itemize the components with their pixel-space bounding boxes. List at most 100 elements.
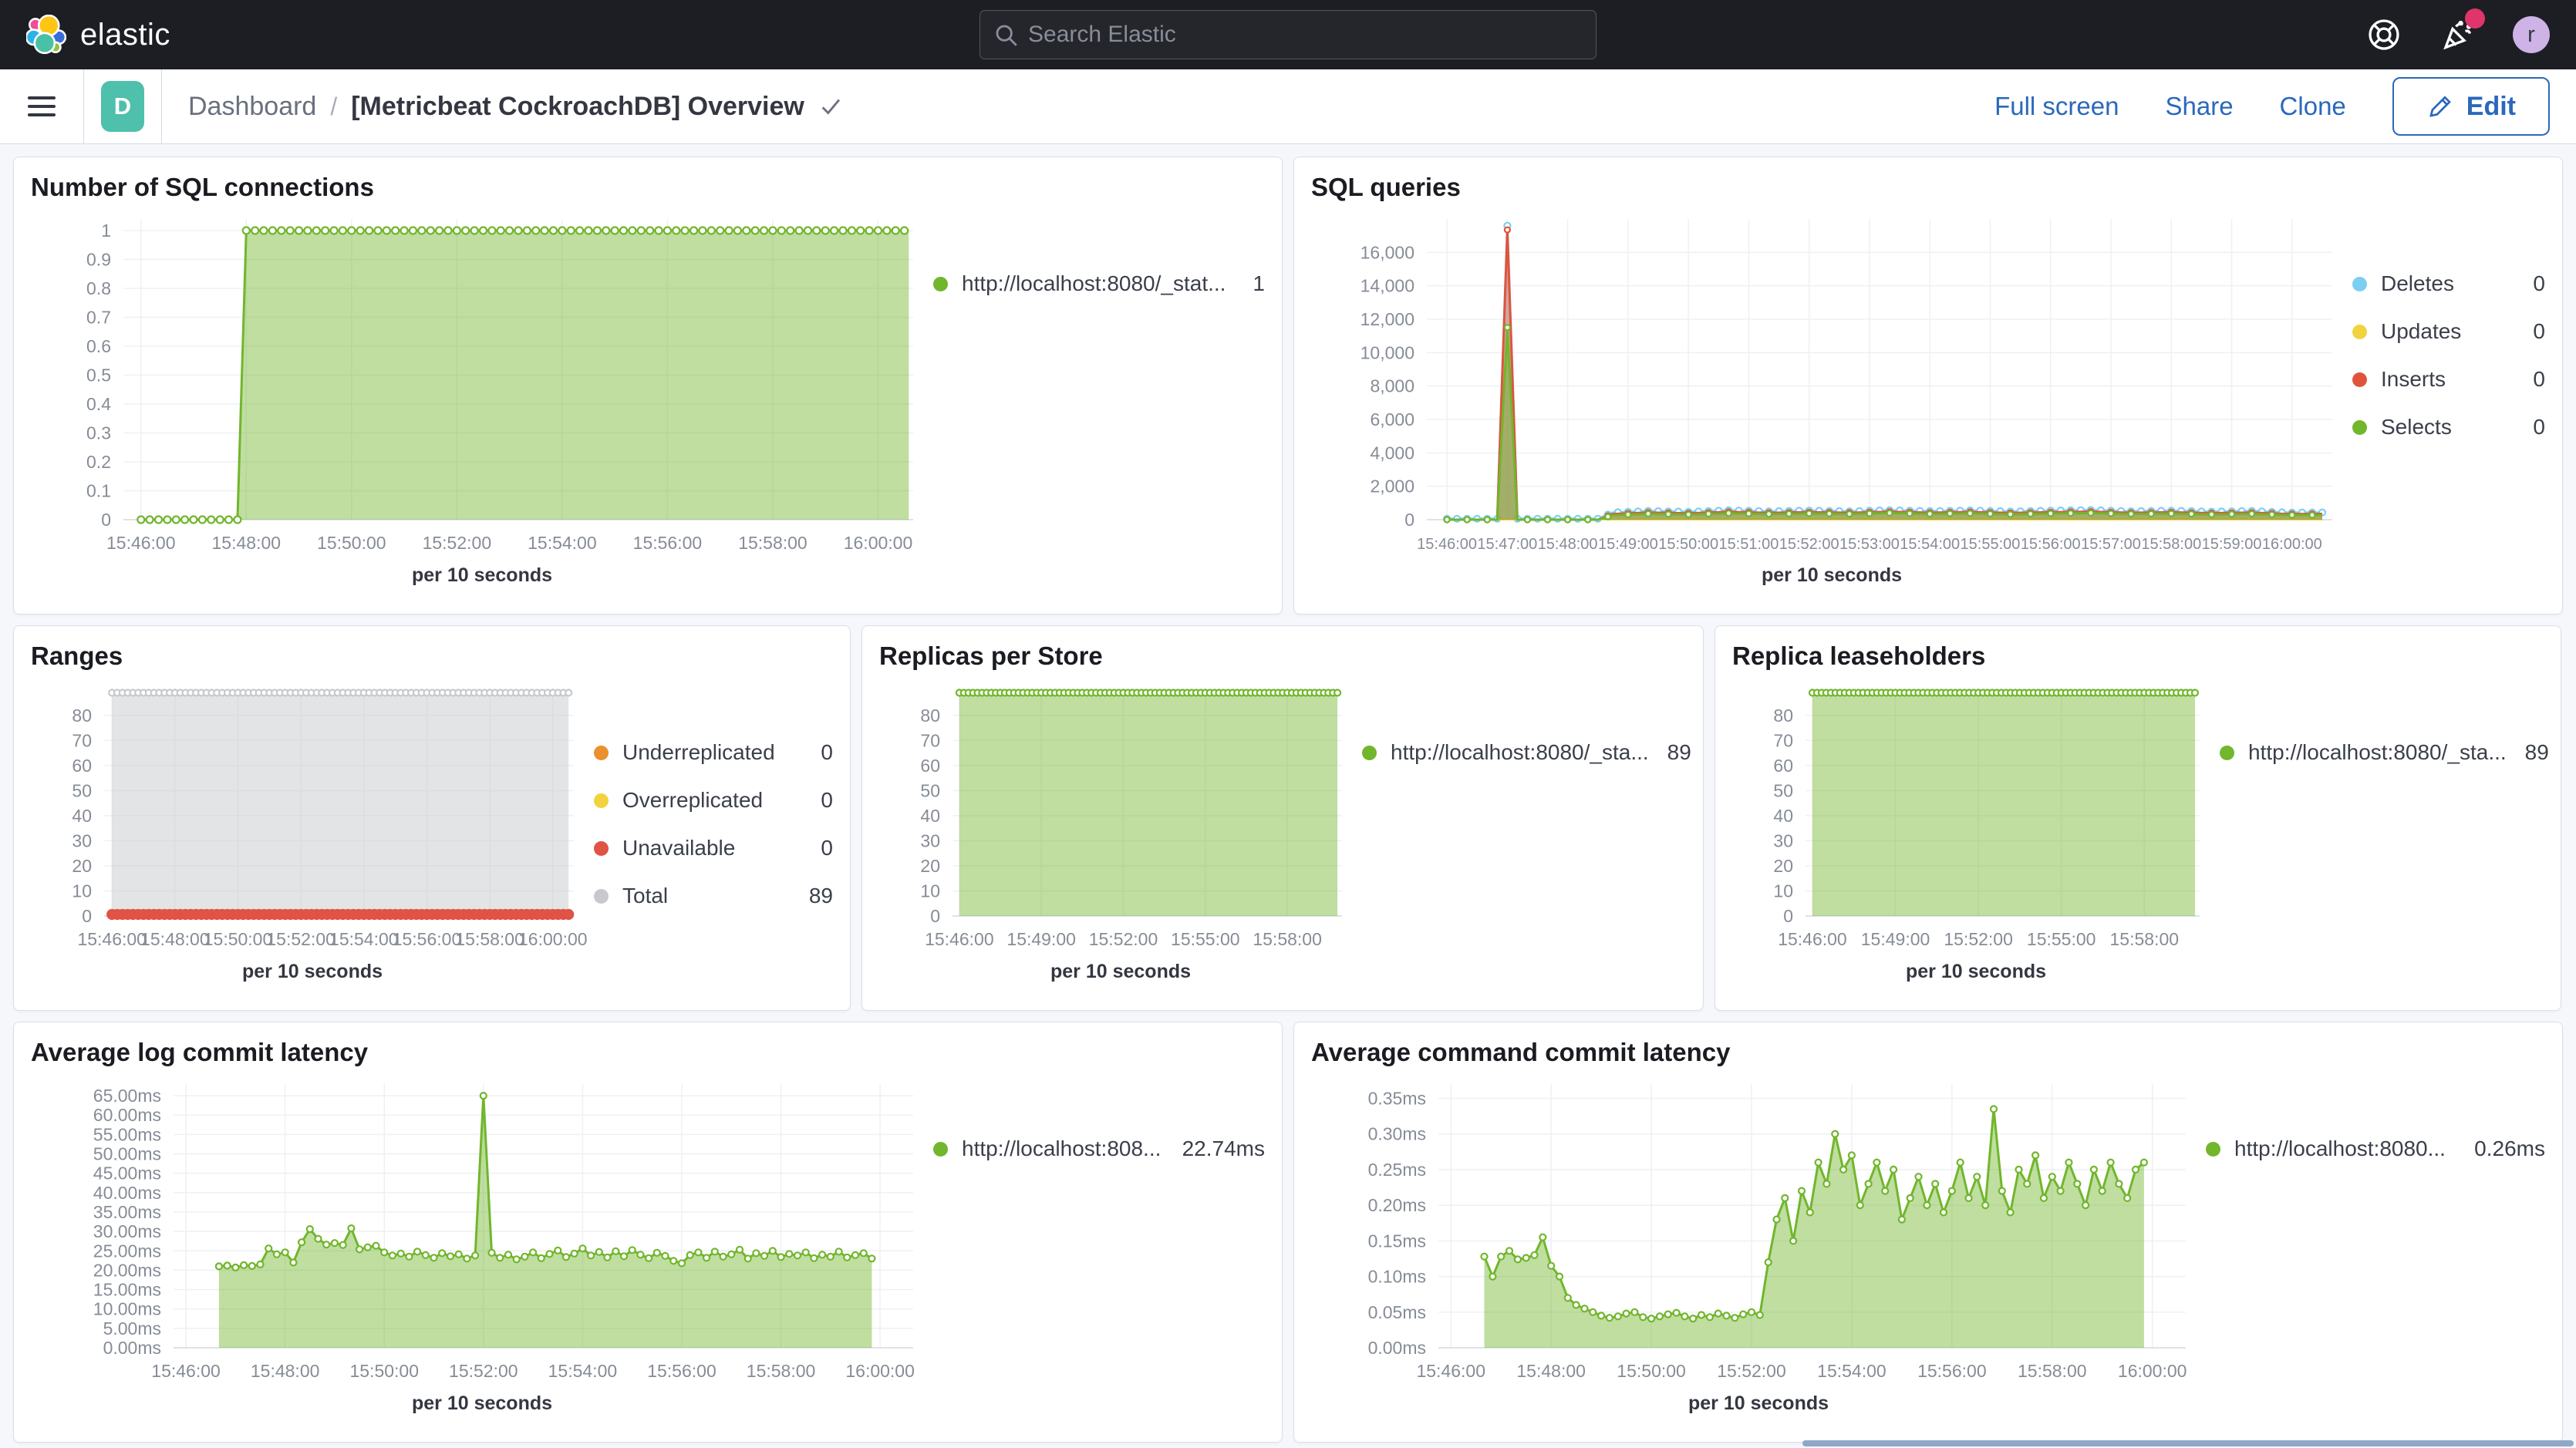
legend-label: Overreplicated	[622, 788, 763, 813]
share-button[interactable]: Share	[2165, 92, 2233, 121]
menu-icon[interactable]	[0, 91, 83, 122]
legend-item[interactable]: Inserts0	[2352, 367, 2545, 392]
legend-label: Selects	[2381, 415, 2452, 439]
svg-text:10: 10	[920, 881, 940, 901]
panel-ranges: Ranges 15:46:0015:48:0015:50:0015:52:001…	[13, 625, 851, 1011]
svg-text:8,000: 8,000	[1370, 376, 1414, 396]
svg-text:0.25ms: 0.25ms	[1368, 1160, 1426, 1180]
svg-text:15:49:00: 15:49:00	[1861, 929, 1930, 949]
legend-value: 0	[2514, 319, 2545, 344]
svg-text:15:46:00: 15:46:00	[1778, 929, 1847, 949]
svg-text:60: 60	[72, 756, 92, 776]
clone-button[interactable]: Clone	[2280, 92, 2346, 121]
svg-text:60: 60	[1773, 756, 1793, 776]
series-color-dot	[594, 841, 609, 856]
svg-text:60.00ms: 60.00ms	[93, 1105, 161, 1125]
legend-label: Total	[622, 884, 668, 908]
dashboard-badge[interactable]: D	[101, 81, 144, 132]
svg-text:65.00ms: 65.00ms	[93, 1086, 161, 1106]
legend-item[interactable]: http://localhost:808...22.74ms	[933, 1137, 1265, 1161]
legend-item[interactable]: http://localhost:8080/_sta...89	[2220, 740, 2544, 765]
svg-text:55.00ms: 55.00ms	[93, 1124, 161, 1144]
svg-text:0.00ms: 0.00ms	[1368, 1338, 1426, 1358]
svg-text:0.30ms: 0.30ms	[1368, 1124, 1426, 1144]
svg-text:15:58:00: 15:58:00	[1253, 929, 1322, 949]
legend-item[interactable]: Selects0	[2352, 415, 2545, 439]
legend-item[interactable]: Underreplicated0	[594, 740, 833, 765]
svg-text:70: 70	[72, 730, 92, 750]
x-axis-title: per 10 seconds	[879, 961, 1362, 996]
svg-text:15:56:00: 15:56:00	[393, 929, 462, 949]
svg-text:15:46:00: 15:46:00	[151, 1361, 221, 1381]
dashboard-toolbar: D Dashboard / [Metricbeat CockroachDB] O…	[0, 69, 2576, 144]
svg-text:10: 10	[1773, 881, 1793, 901]
svg-text:15:52:00: 15:52:00	[1717, 1361, 1786, 1381]
legend-label: Updates	[2381, 319, 2461, 344]
legend-label: http://localhost:8080...	[2234, 1137, 2446, 1161]
svg-text:80: 80	[1773, 705, 1793, 726]
svg-text:0: 0	[82, 906, 92, 926]
svg-text:15:56:00: 15:56:00	[633, 533, 703, 553]
svg-text:0.05ms: 0.05ms	[1368, 1302, 1426, 1322]
svg-text:16:00:00: 16:00:00	[844, 533, 913, 553]
series-color-dot	[594, 793, 609, 808]
newsfeed-icon[interactable]	[2439, 16, 2476, 53]
svg-text:0.8: 0.8	[86, 278, 111, 298]
help-icon[interactable]	[2366, 17, 2402, 52]
chart-plot: 15:46:0015:49:0015:52:0015:55:0015:58:00…	[879, 675, 1362, 961]
legend-item[interactable]: Deletes0	[2352, 271, 2545, 296]
svg-text:0.6: 0.6	[86, 336, 111, 356]
panel-replica-leaseholders: Replica leaseholders 15:46:0015:49:0015:…	[1715, 625, 2561, 1011]
chart-legend: http://localhost:8080/_stat...1	[933, 207, 1265, 600]
svg-text:15:53:00: 15:53:00	[1839, 536, 1900, 553]
legend-item[interactable]: Unavailable0	[594, 836, 833, 860]
svg-text:5.00ms: 5.00ms	[103, 1318, 161, 1339]
svg-text:45.00ms: 45.00ms	[93, 1163, 161, 1184]
svg-text:6,000: 6,000	[1370, 409, 1414, 429]
breadcrumb-dashboard[interactable]: Dashboard	[188, 92, 316, 122]
edit-button[interactable]: Edit	[2392, 77, 2550, 136]
svg-text:15:58:00: 15:58:00	[738, 533, 808, 553]
svg-text:40.00ms: 40.00ms	[93, 1183, 161, 1203]
svg-text:20: 20	[1773, 856, 1793, 876]
svg-text:50: 50	[920, 780, 940, 800]
svg-text:15:52:00: 15:52:00	[266, 929, 335, 949]
svg-text:0.10ms: 0.10ms	[1368, 1267, 1426, 1287]
svg-text:15:50:00: 15:50:00	[1658, 536, 1718, 553]
legend-label: Unavailable	[622, 836, 735, 860]
legend-item[interactable]: http://localhost:8080/_stat...1	[933, 271, 1265, 296]
svg-text:0: 0	[1783, 906, 1793, 926]
user-avatar[interactable]: r	[2513, 16, 2550, 53]
dashboard-grid: Number of SQL connections 15:46:0015:48:…	[0, 144, 2576, 1443]
svg-text:15:54:00: 15:54:00	[329, 929, 399, 949]
series-color-dot	[2352, 372, 2367, 387]
check-icon[interactable]	[818, 93, 845, 120]
svg-text:15:54:00: 15:54:00	[548, 1361, 618, 1381]
elastic-logo-icon[interactable]	[26, 15, 66, 55]
svg-text:60: 60	[920, 756, 940, 776]
svg-text:4,000: 4,000	[1370, 443, 1414, 463]
svg-text:30: 30	[1773, 830, 1793, 850]
horizontal-scrollbar-thumb[interactable]	[1802, 1440, 2574, 1446]
brand-name: elastic	[80, 18, 170, 52]
legend-label: http://localhost:8080/_sta...	[2248, 740, 2507, 765]
svg-text:15:46:00: 15:46:00	[77, 929, 147, 949]
svg-text:30.00ms: 30.00ms	[93, 1221, 161, 1241]
panel-sql-queries: SQL queries 15:46:0015:47:0015:48:0015:4…	[1293, 157, 2563, 615]
svg-text:15:48:00: 15:48:00	[140, 929, 210, 949]
svg-text:16:00:00: 16:00:00	[2262, 536, 2322, 553]
search-input[interactable]	[979, 10, 1597, 59]
legend-item[interactable]: Updates 0	[2352, 319, 2545, 344]
legend-item[interactable]: http://localhost:8080/_sta...89	[1362, 740, 1686, 765]
legend-item[interactable]: Overreplicated0	[594, 788, 833, 813]
svg-text:15:48:00: 15:48:00	[212, 533, 282, 553]
legend-item[interactable]: Total89	[594, 884, 833, 908]
x-axis-title: per 10 seconds	[31, 1392, 933, 1428]
legend-item[interactable]: http://localhost:8080...0.26ms	[2206, 1137, 2545, 1161]
svg-text:15:48:00: 15:48:00	[1516, 1361, 1586, 1381]
svg-text:35.00ms: 35.00ms	[93, 1202, 161, 1222]
series-color-dot	[2206, 1142, 2220, 1157]
svg-text:15:52:00: 15:52:00	[449, 1361, 518, 1381]
full-screen-button[interactable]: Full screen	[1994, 92, 2119, 121]
chart-legend: http://localhost:8080...0.26ms	[2206, 1072, 2545, 1428]
